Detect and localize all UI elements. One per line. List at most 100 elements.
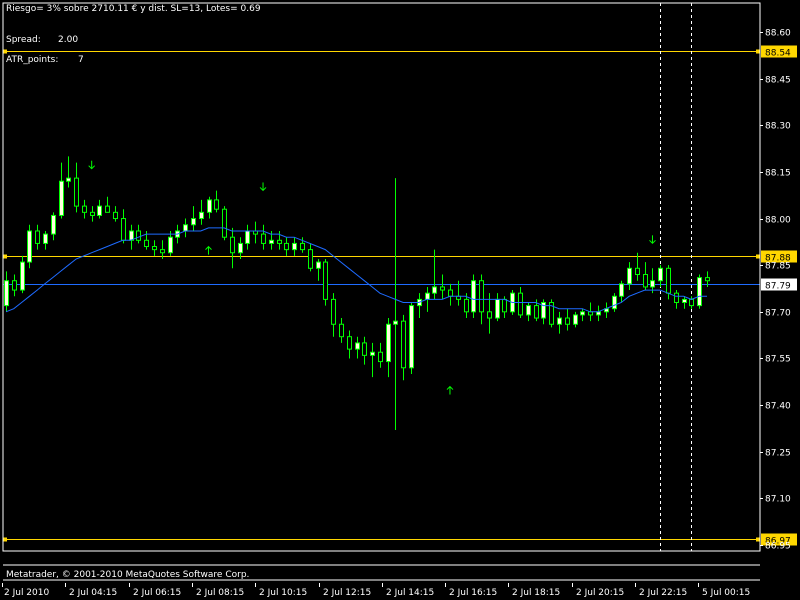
x-tick-label: 2 Jul 14:15 bbox=[386, 588, 434, 598]
candle-body bbox=[689, 298, 694, 307]
candle-body bbox=[495, 298, 500, 319]
candle-body bbox=[168, 236, 173, 254]
candle-body bbox=[199, 211, 204, 220]
candle-body bbox=[121, 218, 126, 241]
candle-body bbox=[479, 280, 484, 313]
y-tick-label: 87.55 bbox=[765, 355, 791, 365]
candle-body bbox=[113, 211, 118, 220]
candle-body bbox=[573, 314, 578, 325]
candle-body bbox=[534, 305, 539, 319]
y-tick-label: 86.95 bbox=[765, 542, 791, 552]
level-handle-right bbox=[756, 49, 760, 54]
y-tick-label: 87.10 bbox=[765, 495, 791, 505]
spread-value: 2.00 bbox=[58, 35, 79, 45]
x-tick-label: 2 Jul 20:15 bbox=[576, 588, 624, 598]
level-handle-left bbox=[3, 49, 7, 54]
candle-body bbox=[705, 277, 710, 282]
candle-body bbox=[316, 261, 321, 269]
candle-body bbox=[580, 311, 585, 316]
candle-body bbox=[82, 205, 87, 213]
candle-body bbox=[59, 180, 64, 216]
candle-body bbox=[90, 211, 95, 216]
candle-body bbox=[136, 230, 141, 241]
candle-body bbox=[347, 336, 352, 350]
candle-body bbox=[362, 342, 367, 356]
candle-body bbox=[97, 205, 102, 216]
candle-body bbox=[355, 342, 360, 350]
candle-body bbox=[222, 208, 227, 238]
candle-body bbox=[43, 233, 48, 244]
candle-body bbox=[612, 295, 617, 310]
candle-body bbox=[12, 280, 17, 291]
candle-body bbox=[650, 280, 655, 288]
candle-body bbox=[378, 351, 383, 363]
candle-body bbox=[160, 249, 165, 254]
candle-body bbox=[191, 218, 196, 226]
level-handle-right bbox=[756, 537, 760, 542]
x-tick-label: 2 Jul 10:15 bbox=[259, 588, 307, 598]
candle-body bbox=[658, 267, 663, 282]
candle-body bbox=[207, 199, 212, 213]
candle-body bbox=[565, 317, 570, 325]
candle-body bbox=[20, 261, 25, 291]
candle-body bbox=[323, 261, 328, 300]
candle-body bbox=[409, 305, 414, 369]
atr-label: ATR_points: bbox=[6, 55, 59, 65]
y-tick-label: 87.40 bbox=[765, 402, 791, 412]
candle-body bbox=[214, 199, 219, 210]
candle-body bbox=[643, 274, 648, 288]
candle-body bbox=[51, 214, 56, 235]
candle-body bbox=[27, 230, 32, 263]
x-tick-label: 5 Jul 00:15 bbox=[702, 588, 750, 598]
y-tick-label: 88.00 bbox=[765, 216, 791, 226]
candle-body bbox=[401, 320, 406, 369]
candle-body bbox=[245, 230, 250, 244]
candle-body bbox=[526, 305, 531, 316]
candle-body bbox=[440, 286, 445, 291]
candle-body bbox=[300, 242, 305, 251]
x-tick-label: 2 Jul 04:15 bbox=[69, 588, 117, 598]
candle-body bbox=[386, 323, 391, 363]
candle-body bbox=[518, 292, 523, 316]
candle-body bbox=[66, 177, 71, 182]
y-tick-label: 88.45 bbox=[765, 76, 791, 86]
x-tick-label: 2 Jul 18:15 bbox=[512, 588, 560, 598]
x-tick-label: 2 Jul 2010 bbox=[4, 588, 49, 598]
candle-body bbox=[425, 292, 430, 300]
x-tick-label: 2 Jul 16:15 bbox=[449, 588, 497, 598]
chart-background bbox=[0, 0, 800, 600]
y-tick-label: 87.25 bbox=[765, 449, 791, 459]
y-tick-label: 88.30 bbox=[765, 122, 791, 132]
candle-body bbox=[269, 239, 274, 244]
x-tick-label: 2 Jul 06:15 bbox=[133, 588, 181, 598]
candle-body bbox=[464, 298, 469, 313]
candle-body bbox=[292, 242, 297, 251]
candle-body bbox=[339, 323, 344, 338]
candle-body bbox=[557, 317, 562, 325]
x-tick-label: 2 Jul 12:15 bbox=[323, 588, 371, 598]
candle-body bbox=[487, 311, 492, 319]
price-chart[interactable]: 88.5487.8886.9787.79 88.6088.4588.3088.1… bbox=[0, 0, 800, 600]
atr-value: 7 bbox=[78, 55, 84, 65]
level-handle-left bbox=[3, 537, 7, 542]
candle-body bbox=[370, 351, 375, 356]
spread-label: Spread: bbox=[6, 35, 41, 45]
candle-body bbox=[627, 267, 632, 285]
candle-body bbox=[331, 298, 336, 325]
copyright-text: Metatrader, © 2001-2010 MetaQuotes Softw… bbox=[6, 570, 250, 580]
candle-body bbox=[4, 280, 9, 307]
candle-body bbox=[682, 298, 687, 303]
candle-body bbox=[697, 277, 702, 307]
candle-body bbox=[308, 249, 313, 269]
candle-body bbox=[261, 233, 266, 244]
candle-body bbox=[284, 242, 289, 251]
level-handle-right bbox=[756, 254, 760, 259]
candle-body bbox=[152, 246, 157, 251]
candle-body bbox=[635, 267, 640, 276]
candle-body bbox=[144, 239, 149, 248]
current-price-label: 87.79 bbox=[765, 282, 791, 292]
candle-body bbox=[432, 286, 437, 294]
candle-body bbox=[183, 224, 188, 232]
y-tick-label: 88.60 bbox=[765, 29, 791, 39]
y-tick-label: 87.70 bbox=[765, 309, 791, 319]
